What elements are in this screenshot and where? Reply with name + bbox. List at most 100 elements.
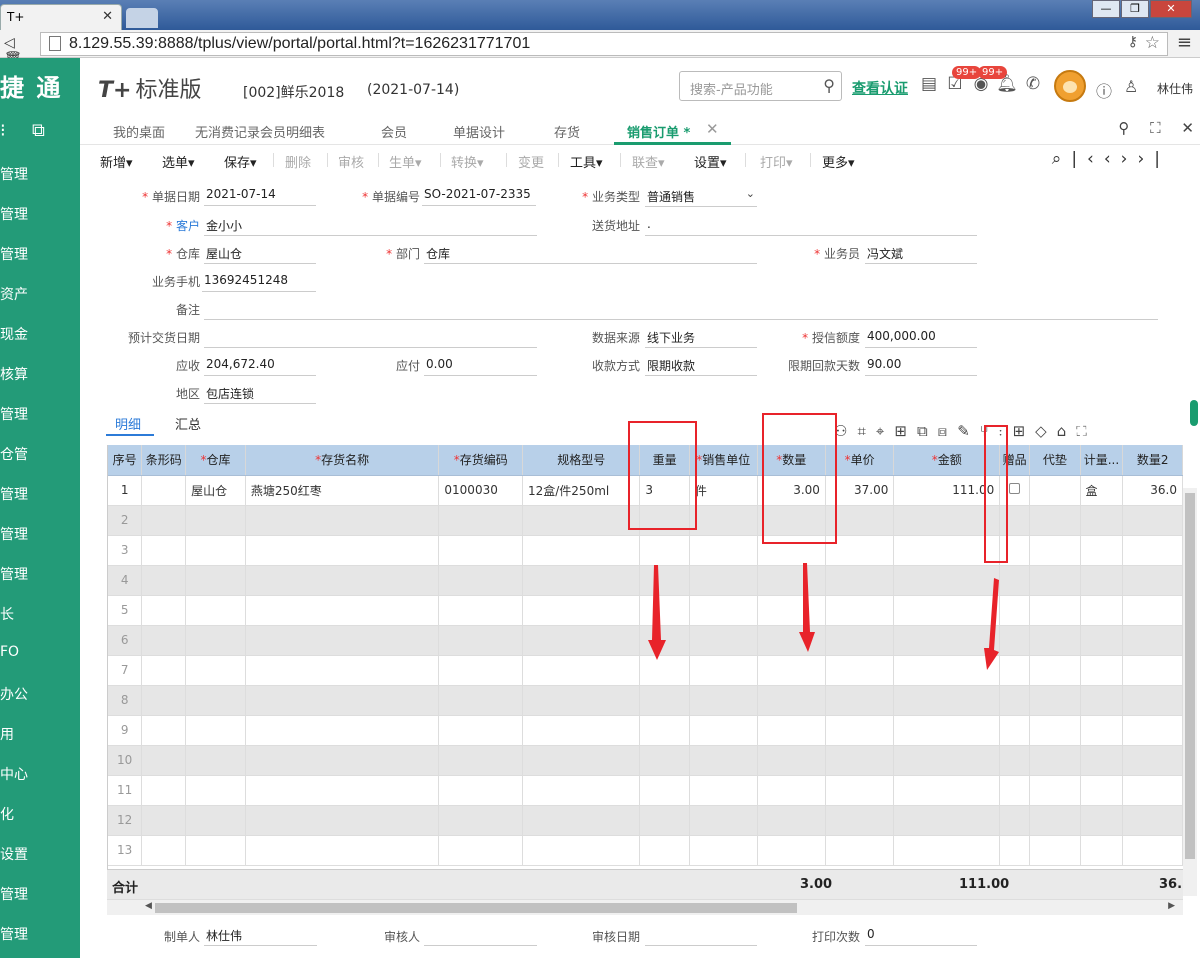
- table-cell[interactable]: [757, 805, 826, 836]
- table-cell[interactable]: [522, 775, 641, 806]
- dept-field[interactable]: 仓库: [424, 245, 757, 264]
- first-record-icon[interactable]: |‹: [1071, 149, 1104, 169]
- table-cell[interactable]: [999, 745, 1031, 776]
- sidebar-item[interactable]: 管理: [0, 524, 28, 544]
- table-cell[interactable]: [438, 775, 523, 806]
- table-cell[interactable]: [1029, 505, 1081, 536]
- table-cell[interactable]: [1122, 835, 1183, 866]
- col-sales-unit[interactable]: *销售单位: [689, 445, 758, 476]
- table-cell[interactable]: [689, 685, 758, 716]
- table-cell[interactable]: [1080, 685, 1124, 716]
- table-cell[interactable]: [689, 775, 758, 806]
- table-cell[interactable]: [141, 745, 187, 776]
- table-row[interactable]: 8: [108, 685, 1183, 716]
- link-query-button[interactable]: 联查▾: [632, 152, 665, 171]
- help-icon[interactable]: ⓘ: [1096, 78, 1112, 102]
- table-cell[interactable]: [438, 715, 523, 746]
- table-cell[interactable]: [757, 595, 826, 626]
- sidebar-item[interactable]: 办公: [0, 684, 28, 704]
- table-cell[interactable]: [1029, 775, 1081, 806]
- sidebar-item[interactable]: 用: [0, 724, 14, 744]
- tab-inventory[interactable]: 存货: [554, 122, 580, 141]
- table-cell[interactable]: [1080, 715, 1124, 746]
- select-button[interactable]: 选单▾: [162, 152, 195, 171]
- table-cell[interactable]: [141, 535, 187, 566]
- table-cell[interactable]: [689, 745, 758, 776]
- table-cell[interactable]: [245, 655, 440, 686]
- prev-record-icon[interactable]: ‹: [1104, 149, 1121, 169]
- pay-method-field[interactable]: 限期收款: [645, 357, 757, 376]
- table-cell[interactable]: [1029, 805, 1081, 836]
- cell-unit2[interactable]: 盒: [1080, 475, 1124, 506]
- table-cell[interactable]: [245, 805, 440, 836]
- col-item-code[interactable]: *存货编码: [438, 445, 523, 476]
- table-cell[interactable]: [245, 685, 440, 716]
- tab-member[interactable]: 会员: [381, 122, 407, 141]
- sidebar-item[interactable]: 管理: [0, 204, 28, 224]
- table-cell[interactable]: [141, 595, 187, 626]
- maker-field[interactable]: 林仕伟: [204, 927, 317, 946]
- cell-spec[interactable]: 12盒/件250ml: [522, 475, 641, 506]
- table-cell[interactable]: [438, 505, 523, 536]
- close-icon[interactable]: ✕: [1181, 119, 1194, 137]
- close-window-button[interactable]: ✕: [1150, 0, 1192, 18]
- sidebar-item[interactable]: 核算: [0, 364, 28, 384]
- table-cell[interactable]: [438, 745, 523, 776]
- mascot-avatar-icon[interactable]: [1054, 70, 1086, 102]
- table-cell[interactable]: [639, 655, 690, 686]
- user-icon[interactable]: ♙: [1124, 77, 1138, 96]
- table-cell[interactable]: [893, 655, 1001, 686]
- doc-date-field[interactable]: 2021-07-14: [204, 187, 316, 206]
- table-cell[interactable]: [825, 655, 895, 686]
- table-cell[interactable]: [1122, 625, 1183, 656]
- table-cell[interactable]: [1122, 655, 1183, 686]
- tab-summary[interactable]: 汇总: [175, 414, 201, 433]
- user-name[interactable]: 林仕伟: [1157, 80, 1193, 97]
- table-cell[interactable]: [522, 835, 641, 866]
- table-cell[interactable]: [1122, 775, 1183, 806]
- table-cell[interactable]: [245, 505, 440, 536]
- region-field[interactable]: 包店连锁: [204, 385, 316, 404]
- table-cell[interactable]: [185, 535, 246, 566]
- table-cell[interactable]: [1029, 625, 1081, 656]
- table-cell[interactable]: [757, 745, 826, 776]
- table-cell[interactable]: [893, 565, 1001, 596]
- bell-icon[interactable]: 🔔︎: [994, 74, 1020, 100]
- table-cell[interactable]: [1122, 565, 1183, 596]
- table-row[interactable]: 4: [108, 565, 1183, 596]
- key-icon[interactable]: ⚷: [1128, 34, 1138, 50]
- new-button[interactable]: 新增▾: [100, 152, 133, 171]
- account-name[interactable]: [002]鲜乐2018: [243, 82, 344, 102]
- horizontal-scrollbar[interactable]: ◀ ▶: [107, 899, 1183, 915]
- table-cell[interactable]: [757, 625, 826, 656]
- table-cell[interactable]: [999, 655, 1031, 686]
- table-cell[interactable]: [1029, 745, 1081, 776]
- search-icon[interactable]: ⚲: [1118, 119, 1129, 137]
- table-cell[interactable]: [757, 835, 826, 866]
- table-cell[interactable]: [245, 835, 440, 866]
- table-cell[interactable]: [1080, 535, 1124, 566]
- table-cell[interactable]: [522, 805, 641, 836]
- table-cell[interactable]: [522, 715, 641, 746]
- audit-button[interactable]: 审核: [338, 152, 364, 171]
- table-cell[interactable]: [185, 715, 246, 746]
- table-cell[interactable]: [1080, 655, 1124, 686]
- settings-button[interactable]: 设置▾: [694, 152, 727, 171]
- warehouse-field[interactable]: 屋山仓: [204, 245, 316, 264]
- tab-doc-design[interactable]: 单据设计: [453, 122, 505, 141]
- table-cell[interactable]: [185, 835, 246, 866]
- gift-checkbox[interactable]: [1009, 483, 1021, 494]
- table-cell[interactable]: [141, 835, 187, 866]
- task-icon[interactable]: ☑ 99+: [942, 66, 982, 100]
- table-cell[interactable]: [825, 685, 895, 716]
- browser-tab[interactable]: T+ ✕: [0, 4, 122, 30]
- paste-icon[interactable]: ⧈: [938, 422, 958, 440]
- table-cell[interactable]: [689, 715, 758, 746]
- table-cell[interactable]: [141, 685, 187, 716]
- print-button[interactable]: 打印▾: [760, 152, 793, 171]
- fullscreen-icon[interactable]: ⛶: [1076, 422, 1097, 440]
- table-cell[interactable]: [245, 595, 440, 626]
- table-cell[interactable]: [689, 625, 758, 656]
- sidebar-item[interactable]: FO: [0, 644, 19, 660]
- col-seq[interactable]: 序号: [108, 445, 143, 476]
